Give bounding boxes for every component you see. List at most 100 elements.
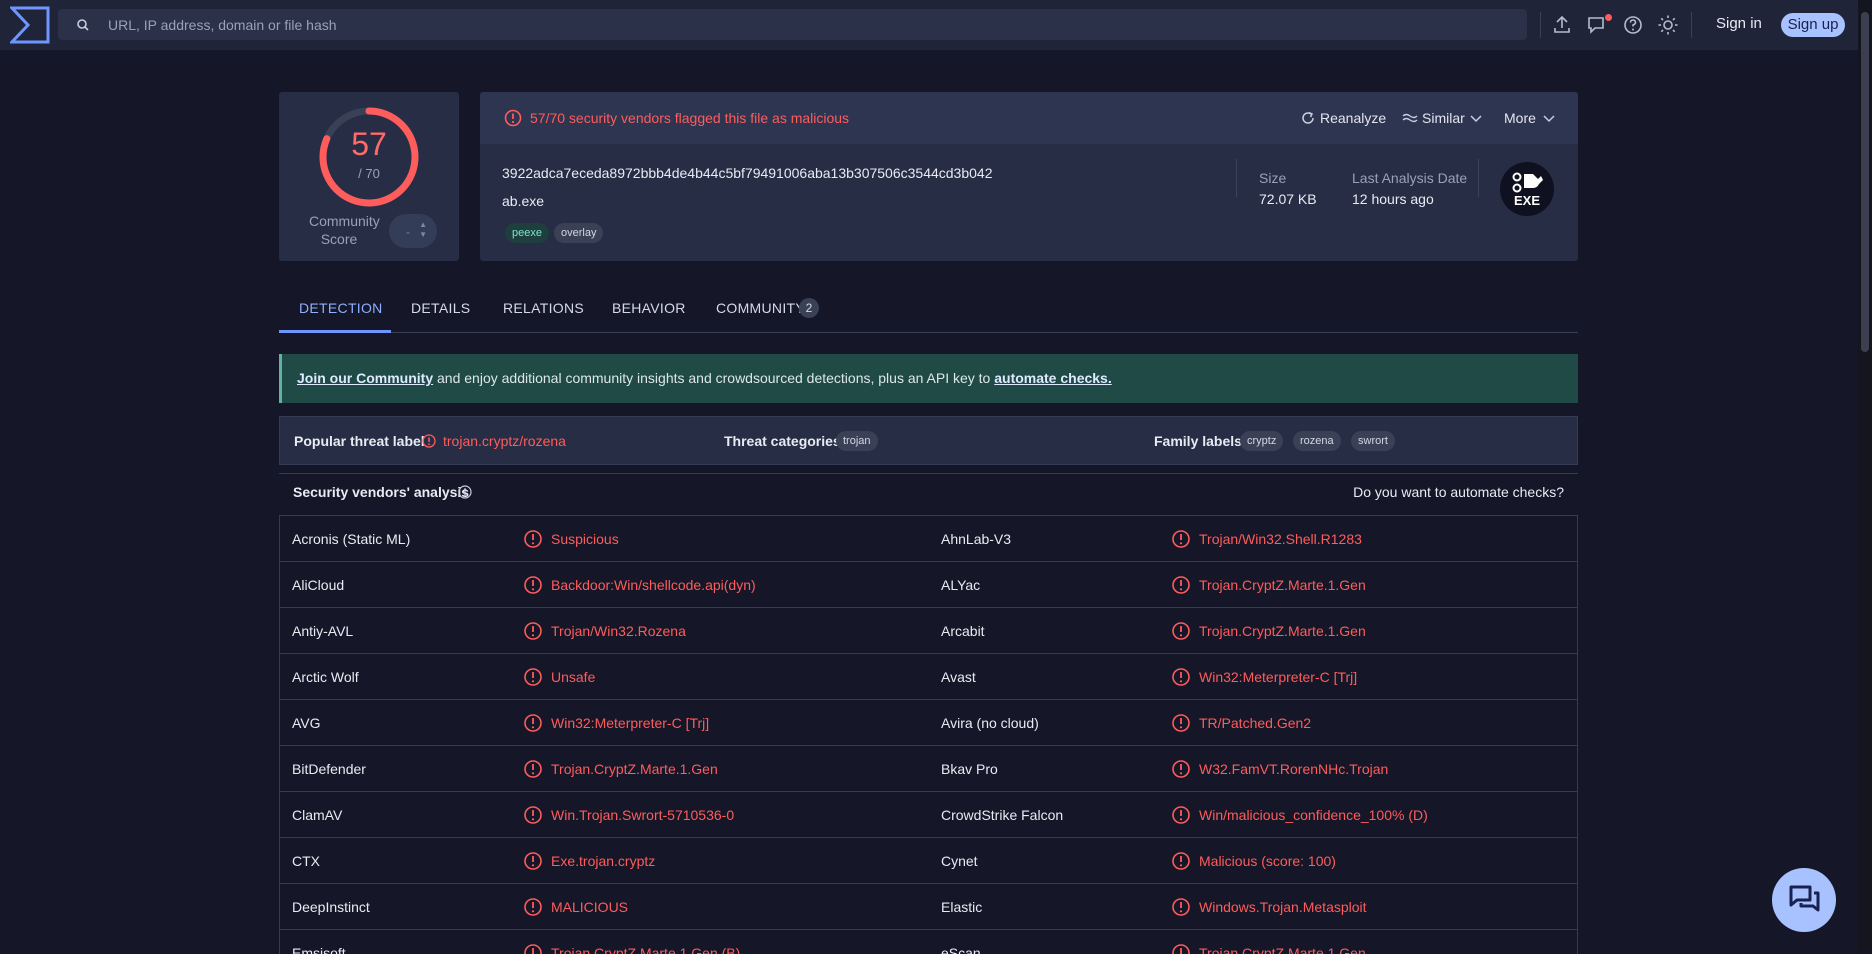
notification-dot: [1605, 14, 1612, 21]
more-button[interactable]: More: [1504, 110, 1536, 126]
toolbar-divider: [1540, 12, 1541, 38]
sign-in-link[interactable]: Sign in: [1716, 15, 1762, 32]
scrollbar-thumb[interactable]: [1861, 12, 1869, 352]
alert-icon: [1171, 805, 1191, 825]
vendor-name: Avira (no cloud): [941, 715, 1039, 731]
alert-icon: [1171, 851, 1191, 871]
vendor-result: TR/Patched.Gen2: [1199, 715, 1312, 731]
alert-icon: [523, 805, 543, 825]
vendor-name: Bkav Pro: [941, 761, 998, 777]
tab-detection[interactable]: DETECTION: [299, 300, 383, 316]
similar-icon[interactable]: [1402, 110, 1418, 126]
alert-icon: [1171, 621, 1191, 641]
info-icon[interactable]: [458, 485, 472, 499]
vendor-result: Win32:Meterpreter-C [Trj]: [1199, 669, 1358, 685]
automate-checks-link[interactable]: automate checks.: [994, 370, 1112, 386]
vendor-result: Exe.trojan.cryptz: [551, 853, 656, 869]
size-label: Size: [1259, 170, 1287, 186]
file-hash[interactable]: 3922adca7eceda8972bbb4de4b44c5bf79491006…: [502, 165, 993, 181]
family-label-chip[interactable]: rozena: [1293, 431, 1341, 451]
file-type-label: EXE: [1514, 193, 1540, 208]
vendor-result: Trojan/Win32.Shell.R1283: [1199, 531, 1362, 547]
threat-categories-title: Threat categories: [724, 433, 841, 449]
community-banner: Join our Community and enjoy additional …: [279, 354, 1578, 403]
alert-icon: [1171, 713, 1191, 733]
family-label-chip[interactable]: cryptz: [1240, 431, 1284, 451]
automate-checks-link[interactable]: Do you want to automate checks?: [1353, 484, 1564, 500]
detection-score-card: 57 / 70 Community Score - ▲ ▼: [279, 92, 459, 261]
theme-toggle-icon[interactable]: [1657, 14, 1679, 36]
search-bar[interactable]: [58, 9, 1527, 40]
alert-icon: [523, 943, 543, 954]
chevron-down-icon[interactable]: [1468, 110, 1484, 126]
vendor-row: BitDefender Trojan.CryptZ.Marte.1.Gen Bkav…: [280, 746, 1577, 792]
last-analysis-value: 12 hours ago: [1352, 191, 1434, 207]
vendor-name: AhnLab-V3: [941, 531, 1012, 547]
alert-icon: [1171, 667, 1191, 687]
chevron-down-icon[interactable]: [1541, 110, 1557, 126]
vendor-name: CrowdStrike Falcon: [941, 807, 1064, 823]
vote-arrows-icon[interactable]: ▲ ▼: [419, 220, 427, 240]
reanalyze-button[interactable]: Reanalyze: [1320, 110, 1386, 126]
search-icon: [77, 19, 89, 31]
help-icon[interactable]: [1622, 14, 1644, 36]
file-info-card: 57/70 security vendors flagged this file…: [480, 92, 1578, 261]
tab-community[interactable]: COMMUNITY: [716, 300, 805, 316]
alert-icon: [1171, 759, 1191, 779]
similar-button[interactable]: Similar: [1422, 110, 1465, 126]
alert-icon: [523, 713, 543, 733]
file-name: ab.exe: [502, 193, 545, 209]
toolbar-divider: [1691, 12, 1692, 38]
vendor-result: Backdoor:Win/shellcode.api(dyn): [551, 577, 756, 593]
community-score-stepper[interactable]: - ▲ ▼: [389, 214, 437, 248]
vendor-name: Emsisoft: [292, 945, 346, 954]
size-value: 72.07 KB: [1259, 191, 1317, 207]
alert-icon: [523, 575, 543, 595]
detection-total: / 70: [358, 166, 380, 181]
vendor-row: ClamAV Win.Trojan.Swrort-5710536-0 CrowdSt…: [280, 792, 1577, 838]
vendor-row: CTX Exe.trojan.cryptz Cynet Malicious (scor…: [280, 838, 1577, 884]
vendor-result: Malicious (score: 100): [1199, 853, 1336, 869]
alert-icon: [1171, 575, 1191, 595]
search-input[interactable]: [108, 9, 1508, 40]
join-community-link[interactable]: Join our Community: [297, 370, 433, 386]
last-analysis-label: Last Analysis Date: [1352, 170, 1468, 186]
tab-behavior[interactable]: BEHAVIOR: [612, 300, 686, 316]
vendor-result: MALICIOUS: [551, 899, 629, 915]
meta-divider: [1478, 159, 1479, 197]
tab-details[interactable]: DETAILS: [411, 300, 470, 316]
reanalyze-icon[interactable]: [1300, 110, 1316, 126]
alert-icon: [1171, 943, 1191, 954]
upload-icon[interactable]: [1551, 14, 1573, 36]
vendor-result: Trojan.CryptZ.Marte.1.Gen: [551, 761, 718, 777]
file-type-badge: EXE: [1500, 162, 1554, 216]
vendor-name: ALYac: [941, 577, 981, 593]
file-tag-peexe[interactable]: peexe: [505, 223, 549, 243]
vendor-name: Arcabit: [941, 623, 985, 639]
vendor-result: Trojan.CryptZ.Marte.1.Gen (B): [551, 945, 741, 954]
vendors-analysis-header: Security vendors' analysis Do you want t…: [279, 473, 1578, 509]
vendor-row: Acronis (Static ML) Suspicious AhnLab-V3 Tr…: [280, 516, 1577, 562]
vendor-row: Antiy-AVL Trojan/Win32.Rozena Arcabit Troja…: [280, 608, 1577, 654]
virustotal-logo[interactable]: [10, 6, 50, 44]
vendor-name: Antiy-AVL: [292, 623, 354, 639]
vendor-name: BitDefender: [292, 761, 366, 777]
chat-button[interactable]: [1772, 868, 1836, 932]
vendor-result: Trojan/Win32.Rozena: [551, 623, 686, 639]
sign-up-button[interactable]: Sign up: [1781, 13, 1845, 37]
vendor-result: Unsafe: [551, 669, 596, 685]
tab-relations[interactable]: RELATIONS: [503, 300, 584, 316]
community-score-value: -: [406, 225, 410, 239]
alert-icon: [1171, 529, 1191, 549]
family-label-chip[interactable]: swrort: [1351, 431, 1395, 451]
file-tag-overlay[interactable]: overlay: [554, 223, 604, 243]
threat-category-chip[interactable]: trojan: [836, 431, 878, 451]
meta-divider: [1236, 159, 1237, 197]
exe-file-icon: EXE: [1512, 172, 1543, 208]
vendor-name: DeepInstinct: [292, 899, 370, 915]
vendor-row: AVG Win32:Meterpreter-C [Trj] Avira (no cl…: [280, 700, 1577, 746]
popular-threat-label-title: Popular threat label: [294, 433, 425, 449]
alert-icon: [523, 759, 543, 779]
popular-threat-label-value[interactable]: trojan.cryptz/rozena: [443, 433, 566, 449]
vendors-table: Acronis (Static ML) Suspicious AhnLab-V3 Tr…: [279, 515, 1578, 954]
